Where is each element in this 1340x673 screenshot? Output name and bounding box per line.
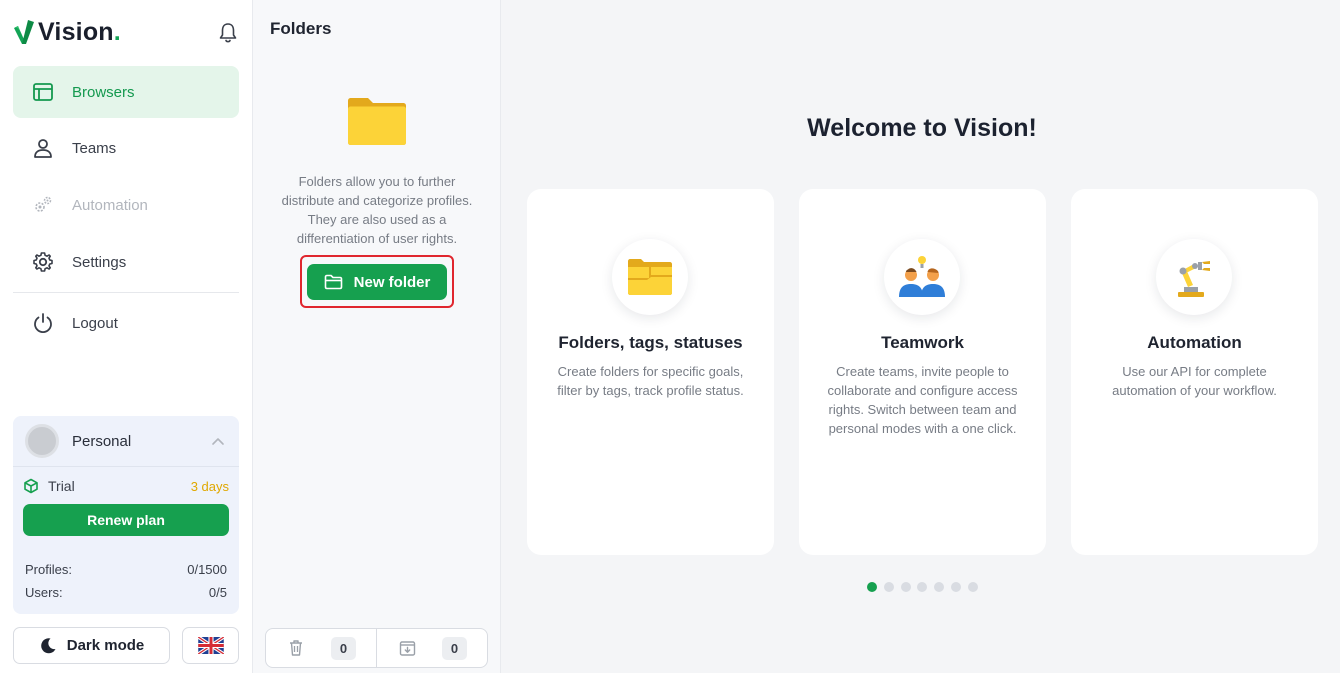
sidebar-item-label: Logout — [72, 314, 118, 332]
feature-card-teamwork: Teamwork Create teams, invite people to … — [799, 189, 1046, 555]
trash-button[interactable]: 0 — [266, 629, 376, 667]
dark-mode-button[interactable]: Dark mode — [13, 627, 170, 664]
sidebar-item-label: Teams — [72, 139, 117, 157]
plan-name: Trial — [48, 478, 75, 494]
profiles-label: Profiles: — [25, 562, 72, 577]
folders-icon — [612, 239, 688, 315]
bell-icon[interactable] — [218, 22, 238, 44]
folders-panel: Folders Folders allow you to further dis… — [253, 0, 501, 673]
dark-mode-label: Dark mode — [66, 637, 145, 654]
sidebar-item-teams[interactable]: Teams — [13, 122, 239, 174]
carousel-dot[interactable] — [883, 582, 894, 592]
users-stat: Users: 0/5 — [25, 585, 227, 600]
sidebar-item-automation: Automation — [13, 179, 239, 231]
carousel-dot[interactable] — [967, 582, 978, 592]
carousel-pagination — [867, 582, 985, 592]
brand-name: Vision — [38, 17, 114, 46]
account-switcher[interactable]: Personal — [13, 416, 239, 466]
sidebar-item-settings[interactable]: Settings — [13, 236, 239, 288]
new-folder-label: New folder — [353, 273, 431, 291]
brand-logo[interactable]: Vision. — [12, 16, 121, 48]
trash-count: 0 — [331, 636, 356, 660]
language-button[interactable] — [182, 627, 239, 664]
account-name: Personal — [72, 432, 132, 450]
brand-dot: . — [113, 17, 121, 46]
card-title: Folders, tags, statuses — [558, 333, 743, 352]
card-title: Automation — [1147, 333, 1242, 352]
folder-icon — [348, 98, 406, 145]
browser-window-icon — [31, 80, 55, 104]
archive-icon — [399, 640, 416, 656]
users-value: 0/5 — [208, 585, 227, 600]
card-text: Create folders for specific goals, filte… — [557, 364, 744, 398]
card-text: Use our API for complete automation of y… — [1112, 364, 1277, 398]
archive-count: 0 — [442, 636, 467, 660]
card-text: Create teams, invite people to collabora… — [827, 364, 1018, 436]
main-content: Welcome to Vision! Folders, tags, status… — [501, 0, 1340, 673]
sidebar-item-logout[interactable]: Logout — [13, 297, 239, 349]
moon-icon — [40, 637, 56, 653]
power-icon — [31, 311, 55, 335]
cube-icon — [24, 478, 38, 494]
sidebar-item-label: Automation — [72, 196, 148, 214]
chevron-up-icon — [212, 438, 224, 445]
carousel-dot[interactable] — [950, 582, 961, 592]
archive-button[interactable]: 0 — [376, 629, 487, 667]
renew-plan-button[interactable]: Renew plan — [23, 504, 229, 536]
feature-card-automation: Automation Use our API for complete auto… — [1071, 189, 1318, 555]
carousel-dot[interactable] — [900, 582, 911, 592]
account-divider — [13, 466, 239, 467]
account-card: Personal Trial 3 days Renew plan Profile… — [13, 416, 239, 614]
sidebar-item-browsers[interactable]: Browsers — [13, 66, 239, 118]
carousel-dot[interactable] — [917, 582, 928, 592]
card-title: Teamwork — [881, 333, 964, 352]
sidebar: Vision. Browsers Teams Automation Settin… — [0, 0, 253, 673]
user-icon — [31, 136, 55, 160]
team-icon — [884, 239, 960, 315]
profiles-stat: Profiles: 0/1500 — [25, 562, 227, 577]
gear-icon — [31, 250, 55, 274]
uk-flag-icon — [197, 637, 224, 654]
plan-remaining: 3 days — [190, 478, 229, 494]
profiles-value: 0/1500 — [187, 562, 227, 577]
users-label: Users: — [25, 585, 63, 600]
sidebar-item-label: Browsers — [72, 83, 135, 101]
folders-description: Folders allow you to further distribute … — [281, 174, 473, 246]
folders-footer: 0 0 — [265, 628, 488, 668]
gears-icon — [31, 193, 55, 217]
nav-divider — [13, 292, 239, 293]
trash-icon — [290, 640, 302, 656]
plan-row: Trial 3 days — [23, 477, 229, 495]
vision-logo-icon — [14, 20, 34, 44]
folder-outline-icon — [324, 274, 342, 290]
carousel-dot[interactable] — [867, 582, 877, 592]
avatar — [25, 424, 59, 458]
sidebar-item-label: Settings — [72, 253, 127, 271]
new-folder-button[interactable]: New folder — [307, 264, 447, 300]
feature-card-folders: Folders, tags, statuses Create folders f… — [527, 189, 774, 555]
folders-title: Folders — [270, 19, 332, 38]
robot-arm-icon — [1156, 239, 1232, 315]
welcome-title: Welcome to Vision! — [807, 114, 1037, 142]
carousel-dot[interactable] — [934, 582, 945, 592]
